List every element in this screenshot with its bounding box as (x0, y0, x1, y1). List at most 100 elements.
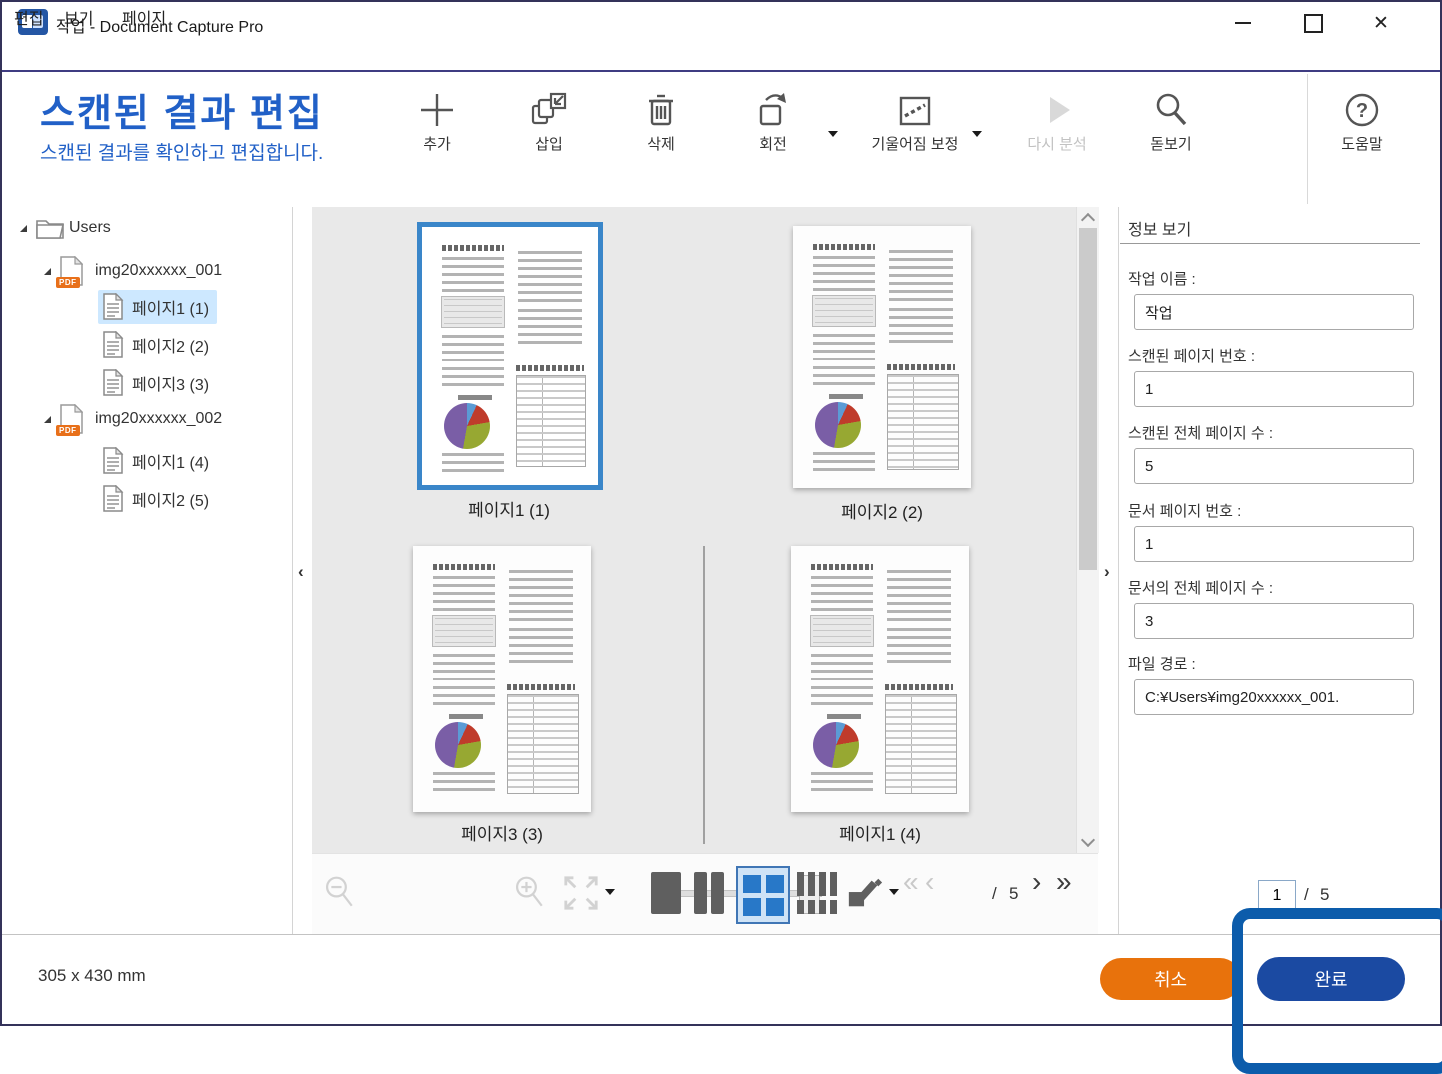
page-thumbnail-art (423, 556, 583, 800)
tree-item-page-2[interactable]: 페이지2 (2) (98, 328, 217, 362)
deskew-button[interactable]: 기울어짐 보정 (869, 90, 961, 155)
thumbnail-label: 페이지2 (2) (787, 498, 977, 523)
tree-item-page-4[interactable]: 페이지1 (4) (98, 444, 217, 478)
scanned-total-pages-input[interactable] (1134, 448, 1414, 484)
maximize-button[interactable] (1291, 8, 1335, 38)
rotate-button[interactable]: 회전 (725, 90, 821, 155)
thumbnail-page-2[interactable] (793, 226, 971, 488)
menu-edit[interactable]: 편집 (14, 5, 43, 29)
thumbnail-page-4[interactable] (791, 546, 969, 812)
edit-pen-icon[interactable] (846, 874, 884, 912)
page-total: 5 (1320, 885, 1329, 905)
play-icon (1037, 90, 1077, 130)
next-page-icon[interactable]: › (1032, 868, 1041, 896)
page-icon (102, 447, 124, 475)
thumbnail-label: 페이지1 (4) (785, 820, 975, 845)
expand-arrow-icon[interactable] (20, 225, 27, 232)
page-separator: / (992, 884, 997, 904)
thumbnail-page-1[interactable] (417, 222, 603, 490)
tree-item-label: Users (65, 216, 119, 240)
fit-dropdown-icon[interactable] (605, 889, 615, 895)
info-panel-title: 정보 보기 (1128, 216, 1191, 240)
plus-icon (417, 90, 457, 130)
scanned-page-number-label: 스캔된 페이지 번호 : (1128, 345, 1255, 366)
prev-page-icon: ‹ (925, 868, 934, 896)
minimize-button[interactable] (1221, 8, 1265, 38)
deskew-icon (895, 90, 935, 130)
grid-view-button[interactable] (736, 866, 790, 924)
collapse-left-icon[interactable]: ‹ (298, 562, 304, 582)
trash-icon (641, 90, 681, 130)
rotate-dropdown-icon[interactable] (828, 131, 838, 137)
magnifier-button[interactable]: 돋보기 (1123, 90, 1219, 155)
first-page-icon: « (903, 868, 919, 896)
expand-arrow-icon[interactable] (44, 268, 51, 275)
rotate-icon (753, 90, 793, 130)
scanned-total-pages-label: 스캔된 전체 페이지 수 : (1128, 422, 1273, 443)
scroll-down-icon[interactable] (1081, 833, 1095, 847)
scroll-up-icon[interactable] (1081, 213, 1095, 227)
pdf-badge: PDF (56, 425, 80, 436)
statusbar-separator (2, 934, 1440, 935)
add-label: 추가 (389, 134, 485, 155)
tree-item-label: img20xxxxxx_001 (91, 259, 230, 283)
page-thumbnail-art (803, 236, 963, 476)
page-thumbnail-art (801, 556, 961, 800)
menu-view[interactable]: 보기 (64, 5, 93, 29)
thumbnail-label: 페이지3 (3) (407, 820, 597, 845)
close-icon: ✕ (1373, 14, 1389, 33)
page-icon (102, 293, 124, 321)
tree-item-document-1[interactable]: PDF img20xxxxxx_001 (44, 256, 230, 286)
help-button[interactable]: ? 도움말 (1314, 90, 1410, 155)
two-page-view-button[interactable] (694, 872, 707, 914)
collapse-right-icon[interactable]: › (1104, 562, 1110, 582)
zoom-in-icon (512, 874, 546, 912)
help-label: 도움말 (1314, 134, 1410, 155)
document-page-number-input[interactable] (1134, 526, 1414, 562)
done-button[interactable]: 완료 (1257, 957, 1405, 1001)
page-number-input[interactable] (1258, 880, 1296, 911)
reanalyze-button: 다시 분석 (1009, 90, 1105, 155)
vertical-scrollbar[interactable] (1076, 207, 1099, 853)
rotate-label: 회전 (725, 134, 821, 155)
tree-item-label: 페이지1 (4) (132, 449, 209, 473)
fit-screen-icon (562, 874, 600, 912)
job-name-input[interactable] (1134, 294, 1414, 330)
info-title-underline (1120, 243, 1420, 244)
menu-bar (2, 42, 1440, 72)
tree-item-page-5[interactable]: 페이지2 (5) (98, 482, 217, 516)
page-icon (102, 331, 124, 359)
tree-item-label: 페이지2 (5) (132, 487, 209, 511)
tree-item-page-3[interactable]: 페이지3 (3) (98, 366, 217, 400)
svg-text:?: ? (1356, 100, 1368, 122)
scrollbar-thumb[interactable] (1079, 228, 1097, 570)
pdf-badge: PDF (56, 277, 80, 288)
deskew-dropdown-icon[interactable] (972, 131, 982, 137)
close-button[interactable]: ✕ (1359, 8, 1403, 38)
help-icon: ? (1342, 90, 1382, 130)
insert-button[interactable]: 삽입 (501, 90, 597, 155)
edit-dropdown-icon[interactable] (889, 889, 899, 895)
tree-item-label: 페이지2 (2) (132, 333, 209, 357)
scanned-page-number-input[interactable] (1134, 371, 1414, 407)
tree-item-page-1[interactable]: 페이지1 (1) (98, 290, 217, 324)
page-subtitle: 스캔된 결과를 확인하고 편집합니다. (40, 138, 323, 165)
last-page-icon[interactable]: » (1056, 868, 1072, 896)
tree-item-document-2[interactable]: PDF img20xxxxxx_002 (44, 404, 230, 434)
file-path-input[interactable] (1134, 679, 1414, 715)
add-button[interactable]: 추가 (389, 90, 485, 155)
thumbnail-page-3[interactable] (413, 546, 591, 812)
menu-page[interactable]: 페이지 (122, 5, 166, 29)
tree-item-users[interactable]: Users (20, 216, 119, 240)
tree-item-label: 페이지1 (1) (132, 295, 209, 319)
cancel-button[interactable]: 취소 (1100, 958, 1241, 1000)
delete-button[interactable]: 삭제 (613, 90, 709, 155)
document-total-pages-input[interactable] (1134, 603, 1414, 639)
page-separator: / (1304, 885, 1309, 905)
info-panel-separator (1118, 207, 1119, 934)
two-page-view-button-right[interactable] (711, 872, 724, 914)
expand-arrow-icon[interactable] (44, 416, 51, 423)
single-page-view-button[interactable] (651, 872, 681, 914)
minimize-icon (1235, 22, 1251, 24)
list-view-button[interactable] (797, 872, 839, 914)
